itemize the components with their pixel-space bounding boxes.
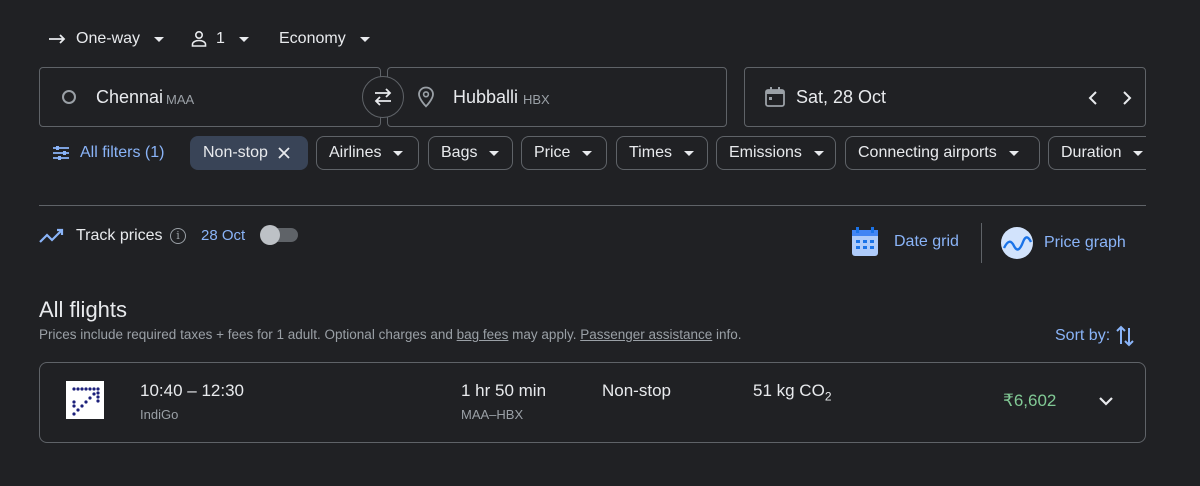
chip-label: Non-stop [203,144,268,161]
divider [39,205,1146,206]
destination-code: HBX [523,92,550,107]
sort-label: Sort by: [1055,327,1111,344]
location-pin-icon [418,86,434,108]
note-text: info. [712,327,742,342]
results-heading: All flights [39,297,128,322]
trip-type-label: One-way [76,30,141,47]
swap-button[interactable] [362,76,404,118]
filter-chip-bags[interactable]: Bags [428,136,513,170]
chip-label: Airlines [329,144,382,161]
calendar-icon [765,87,785,107]
chevron-down-icon [238,36,249,42]
filter-chip-times[interactable]: Times [616,136,708,170]
chip-label: Duration [1061,144,1122,161]
results-note: Prices include required taxes + fees for… [39,327,742,342]
close-icon[interactable] [278,147,290,159]
cabin-class-select[interactable]: Economy [279,28,370,50]
flight-duration: 1 hr 50 min [461,381,547,400]
destination-field[interactable]: Hubballi HBX [387,67,727,127]
passengers-count: 1 [216,30,225,47]
expand-chevron-icon[interactable] [1098,395,1114,407]
passengers-select[interactable]: 1 [190,28,249,50]
date-grid-button[interactable]: Date grid [850,226,959,258]
date-grid-icon [852,227,878,256]
track-prices-label: Track prices [76,227,163,244]
info-icon[interactable]: i [170,228,186,244]
airline-name: IndiGo [140,407,179,422]
price-graph-button[interactable]: Price graph [1000,226,1126,260]
departure-date: Sat, 28 Oct [796,87,887,107]
emissions-value: 51 kg CO [753,381,825,400]
track-date: 28 Oct [201,227,246,244]
origin-circle-icon [62,90,76,104]
chevron-down-icon [813,150,824,156]
emissions-subscript: 2 [824,389,832,404]
chevron-down-icon [489,150,500,156]
filter-chip-connecting-airports[interactable]: Connecting airports [845,136,1040,170]
sort-button[interactable]: Sort by: [1055,324,1134,348]
chevron-down-icon [683,150,694,156]
chevron-down-icon [359,36,370,42]
chevron-down-icon [582,150,593,156]
indigo-logo [66,381,104,419]
person-icon [191,30,207,47]
flight-result-row[interactable]: 10:40 – 12:30 IndiGo 1 hr 50 min MAA–HBX… [39,362,1146,443]
view-divider [981,223,982,263]
destination-city: Hubballi [453,87,519,107]
filter-chip-airlines[interactable]: Airlines [316,136,419,170]
previous-date-icon[interactable] [1086,89,1100,107]
date-field[interactable]: Sat, 28 Oct [744,67,1146,127]
trip-type-select[interactable]: One-way [48,28,165,50]
trending-up-icon [39,228,64,243]
chevron-down-icon [154,36,165,42]
toggle-thumb[interactable] [260,225,280,245]
flight-price: ₹6,602 [1003,391,1057,410]
flight-route: MAA–HBX [461,407,524,422]
all-filters-button[interactable]: All filters (1) [52,144,164,162]
chevron-down-icon [393,150,404,156]
filter-chip-price[interactable]: Price [521,136,607,170]
passenger-assistance-link[interactable]: Passenger assistance [580,327,712,342]
arrow-right-icon [49,34,66,44]
price-graph-icon [1001,227,1033,259]
bag-fees-link[interactable]: bag fees [457,327,509,342]
origin-city: Chennai [96,87,164,107]
date-grid-label: Date grid [894,233,959,250]
note-text: may apply. [508,327,581,342]
chip-label: Connecting airports [858,144,997,161]
filter-chip-emissions[interactable]: Emissions [716,136,836,170]
chevron-down-icon [1008,150,1019,156]
chevron-down-icon [1133,150,1144,156]
chip-label: Emissions [729,144,802,161]
origin-field[interactable]: Chennai MAA [39,67,381,127]
price-graph-label: Price graph [1044,234,1126,251]
cabin-class-label: Economy [279,30,346,47]
chip-label: Times [629,144,672,161]
flight-emissions: 51 kg CO2 [753,381,832,403]
next-date-icon[interactable] [1120,89,1134,107]
all-filters-label: All filters (1) [80,144,165,161]
tune-icon [53,146,69,160]
chip-label: Bags [441,144,478,161]
swap-icon [374,88,392,106]
filter-chip-non-stop[interactable]: Non-stop [190,136,308,170]
flight-stops: Non-stop [602,381,671,400]
note-text: Prices include required taxes + fees for… [39,327,457,342]
chip-label: Price [534,144,571,161]
filter-chip-duration[interactable]: Duration [1048,136,1146,170]
flight-times: 10:40 – 12:30 [140,381,244,400]
sort-icon [1116,325,1134,347]
origin-code: MAA [166,92,195,107]
